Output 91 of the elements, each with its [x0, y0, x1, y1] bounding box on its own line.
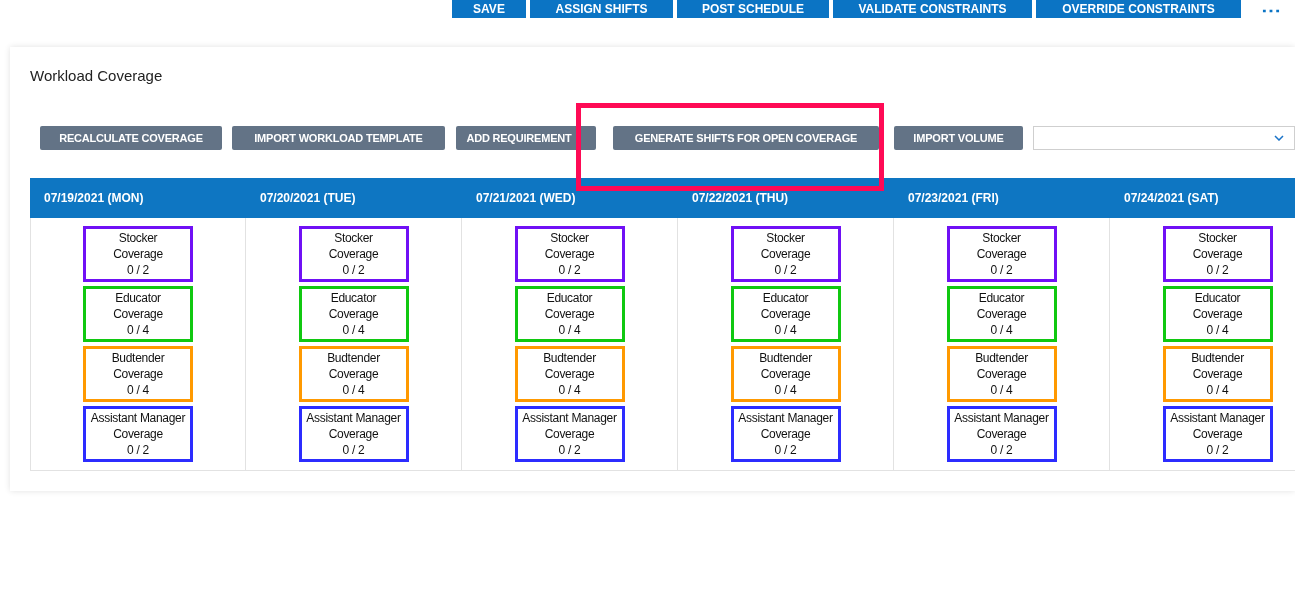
count-value: 0 / 2 — [342, 442, 365, 458]
role-name: Assistant Manager — [738, 410, 833, 426]
role-name: Budtender — [111, 350, 165, 366]
count-value: 0 / 4 — [342, 322, 365, 338]
day-header: 07/23/2021 (FRI) — [894, 178, 1110, 218]
count-value: 0 / 4 — [558, 382, 581, 398]
chevron-down-icon — [1274, 135, 1284, 141]
role-name: Assistant Manager — [306, 410, 401, 426]
role-name: Budtender — [759, 350, 812, 366]
count-value: 0 / 2 — [127, 262, 149, 278]
role-name: Stocker — [334, 230, 373, 246]
action-button[interactable]: IMPORT VOLUME — [894, 126, 1023, 150]
day-header: 07/24/2021 (SAT) — [1110, 178, 1295, 218]
role-name: Stocker — [550, 230, 589, 246]
count-value: 0 / 2 — [990, 262, 1013, 278]
action-button[interactable]: ADD REQUIREMENT — [456, 126, 596, 150]
metric-label: Coverage — [544, 366, 595, 382]
metric-label: Coverage — [976, 246, 1027, 262]
count-value: 0 / 4 — [990, 382, 1013, 398]
metric-label: Coverage — [760, 246, 811, 262]
role-name: Budtender — [1191, 350, 1244, 366]
metric-label: Coverage — [544, 246, 595, 262]
role-name: Educator — [115, 290, 161, 306]
count-value: 0 / 4 — [127, 382, 149, 398]
role-name: Stocker — [1198, 230, 1237, 246]
metric-label: Coverage — [1192, 246, 1243, 262]
count-value: 0 / 2 — [774, 262, 797, 278]
role-name: Budtender — [327, 350, 380, 366]
metric-label: Coverage — [544, 426, 595, 442]
count-value: 0 / 4 — [1206, 382, 1229, 398]
metric-label: Coverage — [760, 366, 811, 382]
panel-title: Workload Coverage — [30, 66, 164, 85]
role-name: Stocker — [982, 230, 1021, 246]
count-value: 0 / 4 — [774, 322, 797, 338]
role-name: Educator — [546, 290, 593, 306]
metric-label: Coverage — [1192, 366, 1243, 382]
metric-label: Coverage — [113, 306, 163, 322]
action-button[interactable]: RECALCULATE COVERAGE — [40, 126, 222, 150]
count-value: 0 / 2 — [558, 442, 581, 458]
role-name: Budtender — [543, 350, 596, 366]
metric-label: Coverage — [976, 426, 1027, 442]
metric-label: Coverage — [760, 306, 811, 322]
metric-label: Coverage — [328, 426, 379, 442]
metric-label: Coverage — [1192, 306, 1243, 322]
metric-label: Coverage — [760, 426, 811, 442]
metric-label: Coverage — [113, 366, 163, 382]
action-button[interactable]: GENERATE SHIFTS FOR OPEN COVERAGE — [613, 126, 879, 150]
role-name: Stocker — [118, 230, 158, 246]
action-button[interactable]: IMPORT WORKLOAD TEMPLATE — [232, 126, 445, 150]
count-value: 0 / 2 — [1206, 262, 1229, 278]
count-value: 0 / 2 — [558, 262, 581, 278]
count-value: 0 / 2 — [1206, 442, 1229, 458]
toolbar-button[interactable]: OVERRIDE CONSTRAINTS — [1036, 0, 1241, 18]
role-name: Educator — [1194, 290, 1241, 306]
count-value: 0 / 4 — [990, 322, 1013, 338]
metric-label: Coverage — [976, 366, 1027, 382]
count-value: 0 / 2 — [774, 442, 797, 458]
day-header: 07/19/2021 (MON) — [30, 178, 246, 218]
metric-label: Coverage — [1192, 426, 1243, 442]
metric-label: Coverage — [328, 246, 379, 262]
role-name: Educator — [762, 290, 809, 306]
role-name: Assistant Manager — [954, 410, 1049, 426]
toolbar-button[interactable]: VALIDATE CONSTRAINTS — [833, 0, 1032, 18]
count-value: 0 / 4 — [342, 382, 365, 398]
metric-label: Coverage — [544, 306, 595, 322]
count-value: 0 / 4 — [774, 382, 797, 398]
more-button[interactable]: ⋯ — [1261, 0, 1281, 18]
toolbar-button[interactable]: POST SCHEDULE — [677, 0, 829, 18]
count-value: 0 / 4 — [558, 322, 581, 338]
role-name: Educator — [330, 290, 377, 306]
count-value: 0 / 2 — [990, 442, 1013, 458]
role-name: Educator — [978, 290, 1025, 306]
metric-label: Coverage — [113, 246, 163, 262]
count-value: 0 / 2 — [342, 262, 365, 278]
toolbar-button[interactable]: SAVE — [452, 0, 526, 18]
day-header: 07/20/2021 (TUE) — [246, 178, 462, 218]
count-value: 0 / 4 — [127, 322, 149, 338]
metric-label: Coverage — [976, 306, 1027, 322]
count-value: 0 / 4 — [1206, 322, 1229, 338]
dropdown-field[interactable] — [1033, 126, 1295, 150]
metric-label: Coverage — [328, 306, 379, 322]
metric-label: Coverage — [113, 426, 163, 442]
metric-label: Coverage — [328, 366, 379, 382]
toolbar-button[interactable]: ASSIGN SHIFTS — [530, 0, 673, 18]
role-name: Budtender — [975, 350, 1028, 366]
role-name: Stocker — [766, 230, 805, 246]
role-name: Assistant Manager — [522, 410, 617, 426]
role-name: Assistant Manager — [90, 410, 186, 426]
count-value: 0 / 2 — [127, 442, 149, 458]
role-name: Assistant Manager — [1170, 410, 1265, 426]
day-header: 07/21/2021 (WED) — [462, 178, 678, 218]
